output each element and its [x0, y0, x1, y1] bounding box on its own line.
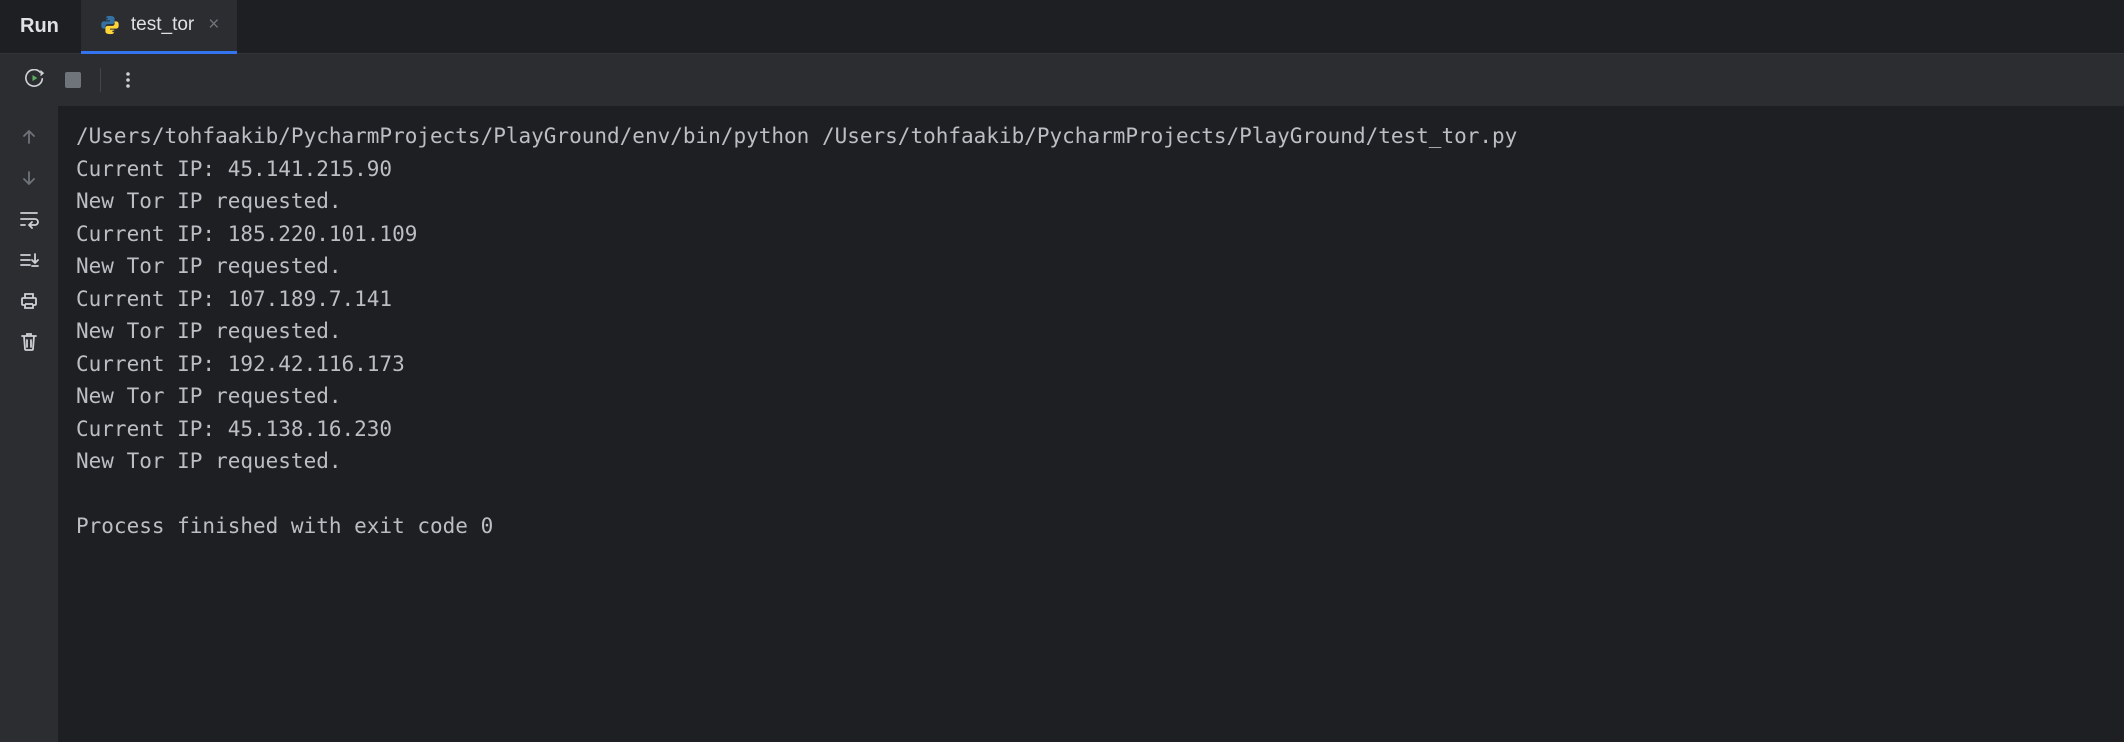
- tab-label: test_tor: [131, 14, 194, 36]
- console-line: Current IP: 185.220.101.109: [76, 218, 2106, 251]
- run-tab[interactable]: test_tor ×: [81, 0, 237, 54]
- body-area: /Users/tohfaakib/PycharmProjects/PlayGro…: [0, 106, 2124, 742]
- console-line: [76, 478, 2106, 511]
- console-line: New Tor IP requested.: [76, 185, 2106, 218]
- top-bar: Run test_tor ×: [0, 0, 2124, 54]
- console-line: New Tor IP requested.: [76, 250, 2106, 283]
- console-line: Current IP: 107.189.7.141: [76, 283, 2106, 316]
- console-line: New Tor IP requested.: [76, 380, 2106, 413]
- close-tab-icon[interactable]: ×: [208, 14, 219, 36]
- python-file-icon: [99, 14, 121, 36]
- run-tool-window-label: Run: [0, 15, 81, 38]
- soft-wrap-button[interactable]: [10, 202, 48, 235]
- run-toolbar: [0, 54, 2124, 106]
- down-stack-button[interactable]: [10, 161, 48, 194]
- console-line: Process finished with exit code 0: [76, 510, 2106, 543]
- toolbar-divider: [100, 68, 101, 92]
- stop-button[interactable]: [54, 61, 92, 99]
- console-line: Current IP: 192.42.116.173: [76, 348, 2106, 381]
- console-line: /Users/tohfaakib/PycharmProjects/PlayGro…: [76, 120, 2106, 153]
- run-sidebar: [0, 106, 58, 742]
- print-button[interactable]: [10, 284, 48, 317]
- console-line: New Tor IP requested.: [76, 445, 2106, 478]
- clear-all-button[interactable]: [10, 325, 48, 358]
- up-stack-button[interactable]: [10, 120, 48, 153]
- console-line: New Tor IP requested.: [76, 315, 2106, 348]
- console-line: Current IP: 45.141.215.90: [76, 153, 2106, 186]
- console-line: Current IP: 45.138.16.230: [76, 413, 2106, 446]
- console-output[interactable]: /Users/tohfaakib/PycharmProjects/PlayGro…: [58, 106, 2124, 742]
- more-actions-button[interactable]: [109, 61, 147, 99]
- rerun-button[interactable]: [16, 61, 54, 99]
- scroll-to-end-button[interactable]: [10, 243, 48, 276]
